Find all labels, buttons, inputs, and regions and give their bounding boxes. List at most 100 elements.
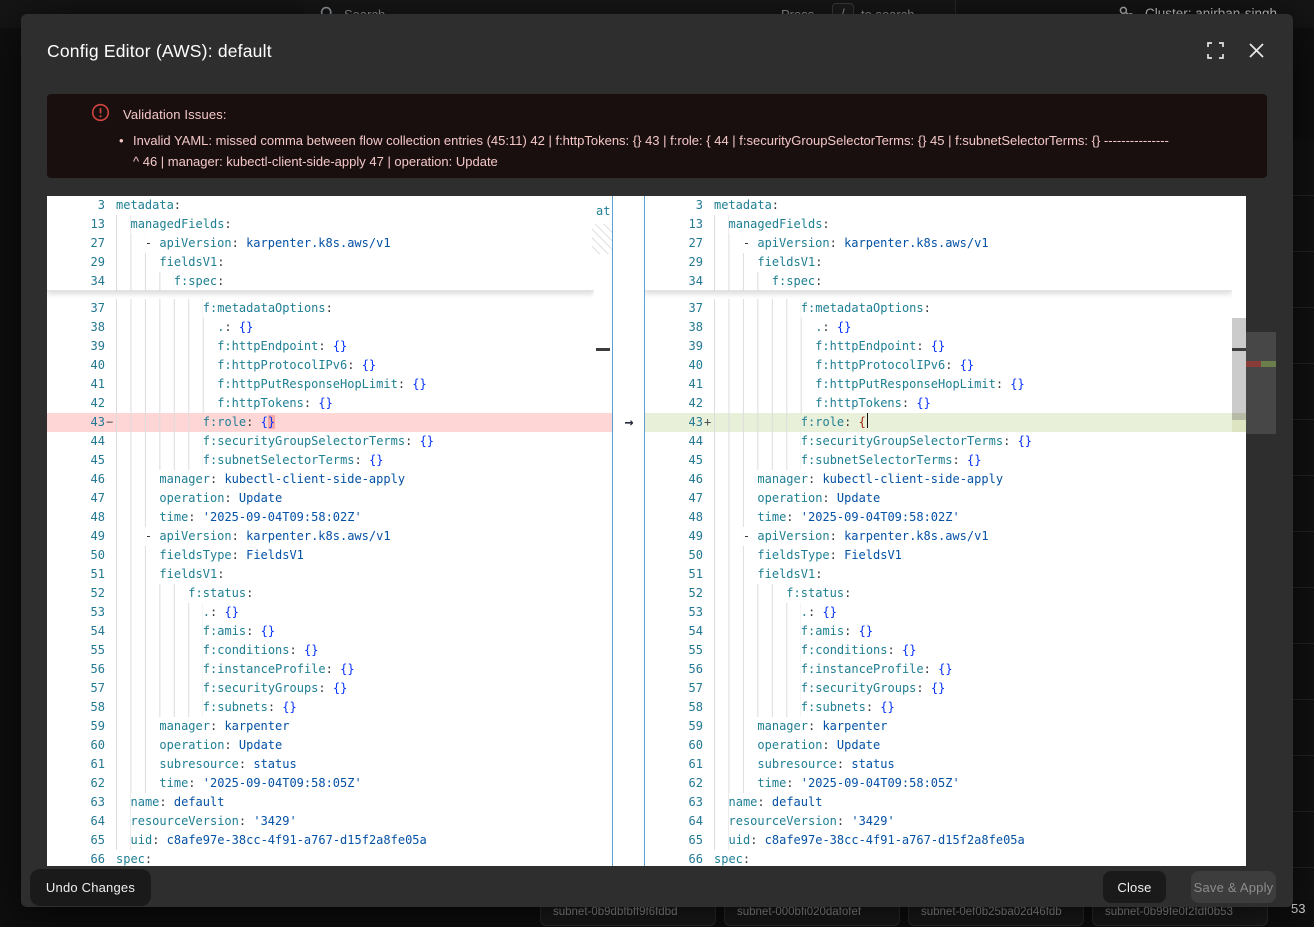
code-line[interactable]: 59manager: karpenter	[645, 717, 1232, 736]
code-line[interactable]: 54f:amis: {}	[645, 622, 1232, 641]
code-line[interactable]: 47operation: Update	[645, 489, 1232, 508]
code-line[interactable]: 44f:securityGroupSelectorTerms: {}	[645, 432, 1232, 451]
line-number[interactable]: 53	[645, 603, 703, 622]
close-button[interactable]: Close	[1103, 871, 1166, 903]
code-line[interactable]: 50fieldsType: FieldsV1	[645, 546, 1232, 565]
line-number[interactable]: 65	[645, 831, 703, 850]
code-line: 27- apiVersion: karpenter.k8s.aws/v1	[47, 234, 594, 253]
line-number[interactable]: 27	[645, 234, 703, 253]
code-line[interactable]: 40f:httpProtocolIPv6: {}	[645, 356, 1232, 375]
code-line[interactable]: 65uid: c8afe97e-38cc-4f91-a767-d15f2a8fe…	[645, 831, 1232, 850]
line-number[interactable]: 50	[645, 546, 703, 565]
scrollbar-thumb[interactable]	[1232, 318, 1246, 420]
code-line[interactable]: 57f:securityGroups: {}	[645, 679, 1232, 698]
line-number[interactable]: 43	[645, 413, 703, 432]
line-number[interactable]: 39	[645, 337, 703, 356]
diff-modified-pane[interactable]: 37f:metadataOptions:38.: {}39f:httpEndpo…	[645, 196, 1232, 866]
code-line: 61subresource: status	[47, 755, 594, 774]
code-line[interactable]: 42f:httpTokens: {}	[645, 394, 1232, 413]
line-number[interactable]: 48	[645, 508, 703, 527]
line-number[interactable]: 37	[645, 299, 703, 318]
code-line[interactable]: 27- apiVersion: karpenter.k8s.aws/v1	[645, 234, 1232, 253]
diff-overview-ruler[interactable]	[1246, 196, 1276, 866]
revert-change-arrow[interactable]: →	[619, 413, 639, 432]
line-number: 57	[47, 679, 105, 698]
line-number[interactable]: 45	[645, 451, 703, 470]
line-number: 64	[47, 812, 105, 831]
code-line[interactable]: 13managedFields:	[645, 215, 1232, 234]
code-line[interactable]: 64resourceVersion: '3429'	[645, 812, 1232, 831]
line-number[interactable]: 52	[645, 584, 703, 603]
code-line[interactable]: 55f:conditions: {}	[645, 641, 1232, 660]
code-line[interactable]: 52f:status:	[645, 584, 1232, 603]
line-number[interactable]: 44	[645, 432, 703, 451]
code-line[interactable]: 48time: '2025-09-04T09:58:02Z'	[645, 508, 1232, 527]
code-line[interactable]: 66spec:	[645, 850, 1232, 866]
code-line[interactable]: 45f:subnetSelectorTerms: {}	[645, 451, 1232, 470]
code-line[interactable]: 56f:instanceProfile: {}	[645, 660, 1232, 679]
line-number[interactable]: 34	[645, 272, 703, 291]
line-number[interactable]: 61	[645, 755, 703, 774]
line-number[interactable]: 62	[645, 774, 703, 793]
line-number[interactable]: 46	[645, 470, 703, 489]
code-line[interactable]: 37f:metadataOptions:	[645, 299, 1232, 318]
line-number[interactable]: 13	[645, 215, 703, 234]
unchanged-region-hatch	[592, 224, 612, 254]
code-line[interactable]: 34f:spec:	[645, 272, 1232, 291]
code-line[interactable]: 49- apiVersion: karpenter.k8s.aws/v1	[645, 527, 1232, 546]
fullscreen-button[interactable]	[1207, 42, 1227, 62]
line-number[interactable]: 41	[645, 375, 703, 394]
line-number[interactable]: 47	[645, 489, 703, 508]
line-number[interactable]: 63	[645, 793, 703, 812]
line-number: 56	[47, 660, 105, 679]
code-line: 29fieldsV1:	[47, 253, 594, 272]
diff-gutter[interactable]: →	[612, 196, 645, 866]
code-line: 56f:instanceProfile: {}	[47, 660, 594, 679]
line-number[interactable]: 66	[645, 850, 703, 866]
code-line[interactable]: 43+f:role: {	[645, 413, 1232, 432]
code-line[interactable]: 3metadata:	[645, 196, 1232, 215]
line-number[interactable]: 49	[645, 527, 703, 546]
code-line[interactable]: 62time: '2025-09-04T09:58:05Z'	[645, 774, 1232, 793]
line-number[interactable]: 51	[645, 565, 703, 584]
code-line[interactable]: 63name: default	[645, 793, 1232, 812]
code-line[interactable]: 41f:httpPutResponseHopLimit: {}	[645, 375, 1232, 394]
line-number[interactable]: 3	[645, 196, 703, 215]
line-number[interactable]: 42	[645, 394, 703, 413]
code-line[interactable]: 46manager: kubectl-client-side-apply	[645, 470, 1232, 489]
undo-changes-button[interactable]: Undo Changes	[30, 869, 151, 906]
line-number[interactable]: 29	[645, 253, 703, 272]
code-line[interactable]: 53.: {}	[645, 603, 1232, 622]
line-number[interactable]: 58	[645, 698, 703, 717]
line-number[interactable]: 56	[645, 660, 703, 679]
code-line: 46manager: kubectl-client-side-apply	[47, 470, 594, 489]
code-line[interactable]: 29fieldsV1:	[645, 253, 1232, 272]
validation-message: • Invalid YAML: missed comma between flo…	[133, 130, 1253, 172]
line-number: 58	[47, 698, 105, 717]
code-line[interactable]: 58f:subnets: {}	[645, 698, 1232, 717]
save-apply-button[interactable]: Save & Apply	[1191, 871, 1276, 903]
code-line[interactable]: 60operation: Update	[645, 736, 1232, 755]
left-editor-scrollbar[interactable]	[594, 196, 612, 866]
line-number: 61	[47, 755, 105, 774]
overview-viewport[interactable]	[1246, 332, 1276, 434]
code-line[interactable]: 51fieldsV1:	[645, 565, 1232, 584]
close-icon[interactable]	[1248, 42, 1268, 62]
line-number[interactable]: 38	[645, 318, 703, 337]
code-line: 44f:securityGroupSelectorTerms: {}	[47, 432, 594, 451]
line-number: 34	[47, 272, 105, 291]
line-number[interactable]: 57	[645, 679, 703, 698]
line-number[interactable]: 54	[645, 622, 703, 641]
line-number[interactable]: 40	[645, 356, 703, 375]
validation-line-2: ^ 46 | manager: kubectl-client-side-appl…	[133, 151, 1253, 172]
line-number[interactable]: 59	[645, 717, 703, 736]
line-number[interactable]: 64	[645, 812, 703, 831]
code-line[interactable]: 61subresource: status	[645, 755, 1232, 774]
right-editor-scrollbar[interactable]	[1232, 196, 1246, 866]
line-number: 50	[47, 546, 105, 565]
line-number[interactable]: 60	[645, 736, 703, 755]
error-icon	[91, 103, 110, 122]
code-line[interactable]: 39f:httpEndpoint: {}	[645, 337, 1232, 356]
code-line[interactable]: 38.: {}	[645, 318, 1232, 337]
line-number[interactable]: 55	[645, 641, 703, 660]
